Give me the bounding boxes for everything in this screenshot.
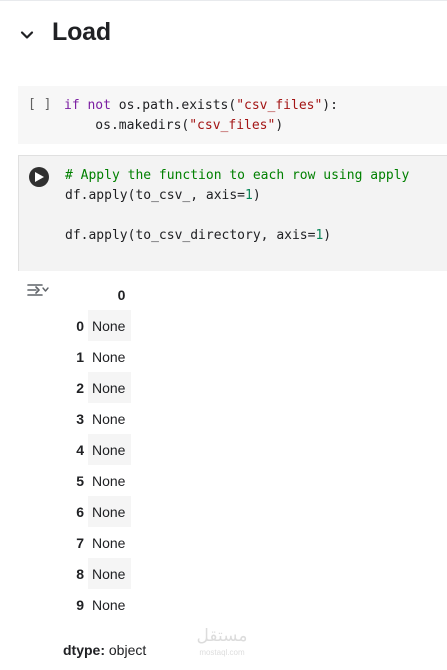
code-line: df.apply(to_csv_, axis=1): [65, 186, 409, 206]
row-index: 7: [76, 534, 84, 551]
row-index: 3: [76, 410, 84, 427]
code-token: ): [323, 228, 332, 243]
cell-value: None: [92, 596, 126, 613]
cell-value: None: [88, 372, 132, 403]
output-actions-icon[interactable]: [27, 281, 49, 299]
row-index: 0: [76, 317, 84, 334]
code-token: ):: [322, 98, 338, 113]
dtype-info: dtype: object: [63, 642, 146, 658]
table-header-row: 0: [62, 279, 131, 310]
table-row: 8 None: [62, 558, 132, 589]
code-token: "csv_files": [189, 118, 276, 133]
code-token: os.makedirs(: [64, 118, 190, 133]
code-editor[interactable]: if not os.path.exists("csv_files"): os.m…: [64, 96, 338, 136]
watermark-logo: مستقل mostaql.com: [192, 626, 252, 660]
code-token: ): [252, 188, 261, 203]
table-row: 5 None: [62, 465, 131, 496]
code-editor[interactable]: # Apply the function to each row using a…: [65, 166, 409, 246]
index-header: [62, 279, 88, 310]
table-row: 6 None: [62, 496, 132, 527]
cell-value: None: [88, 310, 132, 341]
watermark-text: مستقل: [196, 626, 248, 646]
section-title: Load: [52, 18, 111, 46]
code-token: df.apply(to_csv_, axis=: [65, 188, 246, 203]
code-line: df.apply(to_csv_directory, axis=1): [65, 226, 409, 246]
table-row: 9 None: [62, 589, 131, 620]
cell-value: None: [88, 558, 132, 589]
watermark-subtext: mostaql.com: [199, 648, 245, 657]
row-index: 8: [76, 565, 84, 582]
table-row: 1 None: [62, 341, 131, 372]
dataframe-output: 0 0 None 1 None 2 None 3 None 4 None 5 None 6 None 7 No…: [62, 279, 132, 620]
dtype-label: dtype:: [63, 642, 105, 658]
code-token: if: [64, 98, 80, 113]
code-token: ): [275, 118, 284, 133]
cell-value: None: [92, 410, 126, 427]
row-index: 6: [76, 503, 84, 520]
cell-value: None: [92, 472, 126, 489]
row-index: 4: [76, 441, 84, 458]
code-token: df.apply(to_csv_directory, axis=: [65, 228, 316, 243]
top-divider: [0, 0, 447, 1]
chevron-down-icon[interactable]: [18, 26, 36, 44]
cell-value: None: [88, 434, 132, 465]
table-row: 3 None: [62, 403, 131, 434]
code-line: # Apply the function to each row using a…: [65, 166, 409, 186]
row-index: 2: [76, 379, 84, 396]
code-token: "csv_files": [236, 98, 323, 113]
code-token: # Apply the function to each row using a…: [65, 168, 410, 183]
row-index: 5: [76, 472, 84, 489]
table-row: 0 None: [62, 310, 132, 341]
code-token: 1: [245, 188, 253, 203]
execution-count[interactable]: [ ]: [28, 97, 51, 112]
code-line: if not os.path.exists("csv_files"):: [64, 96, 338, 116]
code-cell-2[interactable]: # Apply the function to each row using a…: [18, 155, 447, 271]
play-icon[interactable]: [29, 167, 49, 187]
code-token: not: [87, 98, 111, 113]
cell-value: None: [92, 534, 126, 551]
row-index: 1: [76, 348, 84, 365]
cell-value: None: [88, 496, 132, 527]
code-line: os.makedirs("csv_files"): [64, 116, 338, 136]
code-cell-1[interactable]: [ ] if not os.path.exists("csv_files"): …: [18, 86, 447, 144]
column-header: 0: [117, 286, 126, 303]
table-row: 7 None: [62, 527, 131, 558]
dtype-value: object: [108, 642, 147, 658]
table-row: 4 None: [62, 434, 132, 465]
code-token: os.path.exists(: [110, 98, 237, 113]
row-index: 9: [76, 596, 84, 613]
cell-value: None: [92, 348, 126, 365]
table-row: 2 None: [62, 372, 132, 403]
section-header: Load: [0, 16, 447, 60]
